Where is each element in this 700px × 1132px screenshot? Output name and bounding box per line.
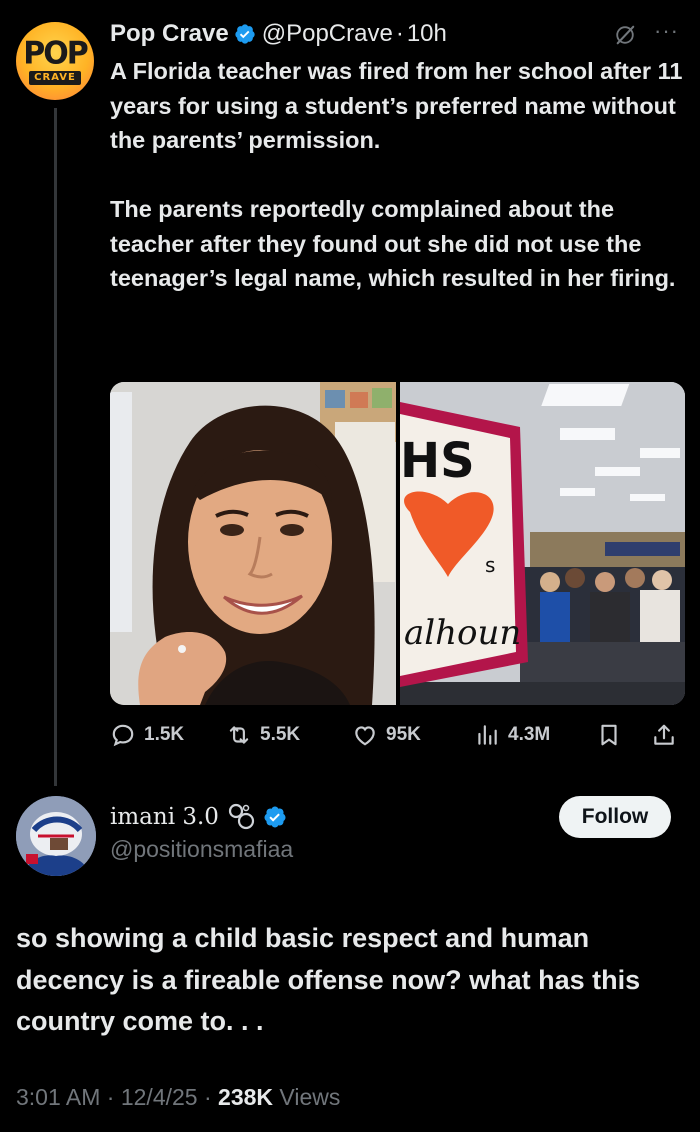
teacher-photo-illustration — [110, 382, 396, 705]
header-separator: · — [395, 20, 404, 47]
meeting-photo-illustration: HS s alhoun — [400, 382, 685, 705]
reply-count: 1.5K — [144, 724, 185, 745]
reply-action[interactable]: 1.5K — [110, 720, 184, 750]
thread-connector-line — [54, 108, 57, 786]
meta-separator-2: · — [203, 1084, 212, 1110]
parent-tweet-text: A Florida teacher was fired from her sch… — [110, 54, 690, 330]
imani-avatar-illustration — [16, 796, 96, 876]
parent-tweet-header: Pop Crave @PopCrave · 10h — [110, 18, 447, 50]
tweet-media-grid[interactable]: HS s alhoun — [110, 382, 685, 705]
grok-icon[interactable] — [614, 24, 636, 46]
repost-action[interactable]: 5.5K — [226, 720, 300, 750]
avatar-logo-main: POP — [23, 35, 88, 72]
author-handle[interactable]: @PopCrave — [262, 20, 393, 48]
like-icon — [355, 726, 375, 746]
tweet-action-bar: 1.5K 5.5K 95K 4.3M — [110, 720, 690, 750]
reply-author-row: imani 3.0 — [110, 800, 293, 834]
reply-date[interactable]: 12/4/25 — [121, 1084, 198, 1110]
share-action[interactable] — [651, 720, 685, 750]
reply-author-name[interactable]: imani 3.0 — [110, 804, 219, 830]
views-icon — [478, 725, 497, 745]
reply-verified-badge-icon[interactable] — [263, 805, 287, 829]
school-board-meeting-photo[interactable]: HS s alhoun — [400, 382, 685, 705]
reply-views-label: Views — [279, 1084, 341, 1110]
reply-tweet-text: so showing a child basic respect and hum… — [16, 923, 641, 1036]
meta-separator-1: · — [106, 1084, 115, 1110]
author-name[interactable]: Pop Crave — [110, 20, 229, 48]
sign-text-top: HS — [400, 433, 475, 489]
reply-author-handle[interactable]: @positionsmafiaa — [110, 836, 293, 863]
rings-emoji-icon — [228, 803, 255, 830]
reply-icon — [112, 724, 134, 747]
sign-text-mid: s — [485, 553, 495, 577]
tweet-paragraph-1: A Florida teacher was fired from her sch… — [110, 58, 683, 153]
bookmark-action[interactable] — [596, 720, 630, 750]
verified-badge-icon[interactable] — [234, 23, 256, 45]
more-icon[interactable]: ··· — [654, 20, 684, 46]
share-icon — [654, 724, 674, 745]
bookmark-icon — [601, 724, 617, 746]
like-count: 95K — [386, 724, 421, 745]
pop-crave-avatar[interactable]: POP CRAVE — [16, 22, 94, 100]
tweet-paragraph-2: The parents reportedly complained about … — [110, 196, 676, 291]
follow-button[interactable]: Follow — [559, 796, 671, 838]
repost-icon — [229, 726, 249, 744]
tweet-time[interactable]: 10h — [407, 20, 447, 48]
repost-count: 5.5K — [260, 724, 301, 745]
imani-avatar[interactable] — [16, 796, 96, 876]
reply-time[interactable]: 3:01 AM — [16, 1084, 100, 1110]
reply-views-count: 238K — [218, 1084, 274, 1110]
like-action[interactable]: 95K — [352, 720, 421, 750]
avatar-logo-sub: CRAVE — [29, 71, 81, 85]
views-count: 4.3M — [508, 724, 551, 745]
teacher-photo[interactable] — [110, 382, 396, 705]
views-action[interactable]: 4.3M — [474, 720, 550, 750]
reply-tweet-meta: 3:01 AM · 12/4/25 · 238K Views — [16, 1084, 340, 1111]
sign-text-bottom: alhoun — [404, 613, 521, 653]
